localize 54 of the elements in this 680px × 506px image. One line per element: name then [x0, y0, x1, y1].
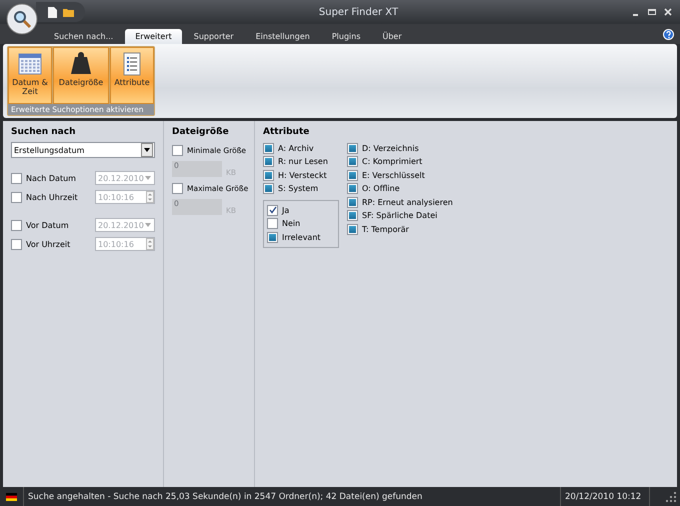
checkbox[interactable] — [11, 238, 22, 250]
checkbox[interactable] — [11, 220, 22, 230]
checkbox-label: Vor Uhrzeit — [26, 240, 72, 248]
checkbox-label: H: Versteckt — [278, 170, 327, 180]
tab[interactable]: Einstellungen — [246, 29, 320, 44]
tab[interactable]: Erweitert — [125, 29, 182, 44]
status-datetime: 20/12/2010 10:12 — [560, 487, 650, 506]
new-file-icon[interactable] — [48, 6, 57, 18]
section-title: Dateigröße — [172, 127, 230, 137]
checkbox-label: D: Verzeichnis — [362, 144, 419, 153]
folder-icon[interactable] — [63, 8, 75, 16]
checkbox-label: C: Komprimiert — [362, 157, 422, 166]
caret-icon[interactable] — [144, 148, 150, 152]
spinner-icon[interactable] — [146, 191, 154, 203]
checkbox-label: SF: Spärliche Datei — [362, 211, 438, 220]
checkbox-label: Irrelevant — [282, 232, 321, 242]
checkbox[interactable] — [11, 172, 22, 184]
checkbox-label: Ja — [282, 206, 290, 215]
maximize-icon[interactable] — [648, 8, 656, 16]
checkbox-label: RP: Erneut analysieren — [362, 198, 453, 207]
checkbox-label: Nein — [282, 219, 300, 228]
checkbox-label: Vor Datum — [26, 220, 70, 230]
checkbox[interactable] — [11, 192, 22, 202]
dropdown[interactable]: Erstellungsdatum — [11, 142, 155, 158]
window-title: Super Finder XT — [318, 6, 400, 18]
checkbox-label: R: nur Lesen — [278, 157, 328, 166]
tab[interactable]: Suchen nach... — [44, 29, 124, 44]
checkbox[interactable] — [172, 182, 183, 194]
checkbox[interactable] — [267, 218, 278, 230]
checkbox-label: O: Offline — [362, 184, 400, 194]
tab[interactable]: Über — [372, 29, 412, 44]
checkbox-label: Nach Uhrzeit — [26, 192, 79, 202]
checkbox-label: T: Temporär — [362, 224, 409, 234]
checkbox-label: Nach Datum — [26, 174, 77, 182]
checkbox[interactable] — [267, 204, 278, 216]
section-title: Suchen nach — [11, 127, 76, 137]
status-message: Suche angehalten - Suche nach 25,03 Sekunde(n) in 2547 Ordner(n); 42 Datei(en) gefunden — [23, 487, 560, 506]
checkbox[interactable] — [172, 144, 183, 156]
checkbox-label: E: Verschlüsselt — [362, 170, 425, 180]
close-icon[interactable] — [664, 8, 672, 16]
resize-grip-icon[interactable] — [664, 490, 678, 504]
ribbon-button[interactable]: Dateigröße — [53, 47, 109, 104]
tab[interactable]: Supporter — [184, 29, 244, 44]
tab[interactable]: Plugins — [322, 29, 370, 44]
flag-icon — [6, 492, 17, 500]
checkbox-label: S: System — [278, 184, 318, 194]
weight-icon — [69, 52, 93, 76]
calendar-icon — [18, 52, 42, 76]
spinner-icon[interactable] — [146, 238, 154, 250]
section-title: Attribute — [263, 127, 310, 137]
checkbox-label: A: Archiv — [278, 144, 314, 153]
help-icon[interactable] — [663, 28, 674, 40]
ribbon-button[interactable]: Datum & Zeit — [8, 47, 52, 104]
ribbon-button[interactable]: Attribute — [110, 47, 154, 104]
